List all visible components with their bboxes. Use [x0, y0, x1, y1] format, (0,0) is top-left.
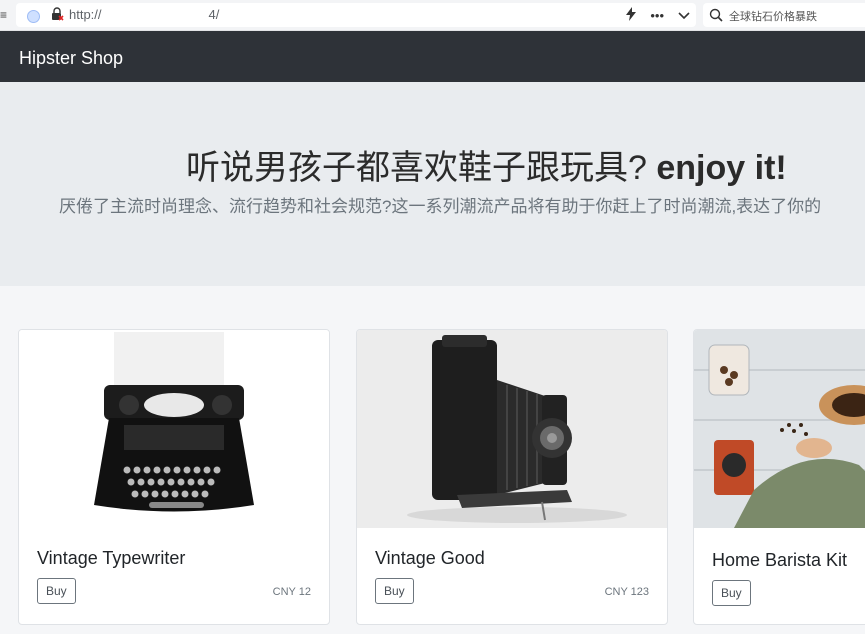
- coffee-image[interactable]: [694, 330, 865, 528]
- search-placeholder: 全球钻石价格暴跌: [729, 11, 817, 23]
- buy-button[interactable]: Buy: [37, 578, 76, 604]
- buy-button[interactable]: Buy: [712, 580, 751, 606]
- site-info-icon[interactable]: [27, 10, 40, 23]
- more-icon[interactable]: •••: [650, 8, 664, 23]
- browser-search-field[interactable]: 全球钻石价格暴跌: [703, 3, 865, 27]
- camera-image[interactable]: [357, 330, 667, 528]
- hero-title-cn: 听说男孩子都喜欢鞋子跟玩具?: [186, 149, 647, 187]
- product-card[interactable]: Home Barista Kit Buy: [693, 329, 865, 625]
- url-redaction: [113, 10, 187, 21]
- search-icon[interactable]: [709, 8, 723, 27]
- hero-title: 听说男孩子都喜欢鞋子跟玩具? enjoy it!: [186, 140, 787, 189]
- product-price: CNY 123: [604, 586, 649, 598]
- product-card[interactable]: Vintage Typewriter Buy CNY 12: [18, 329, 330, 625]
- insecure-lock-icon[interactable]: [50, 6, 64, 27]
- typewriter-image[interactable]: [19, 330, 329, 528]
- product-card[interactable]: Vintage Good Buy CNY 123: [356, 329, 668, 625]
- lightning-icon[interactable]: [626, 6, 637, 24]
- product-name[interactable]: Home Barista Kit: [712, 550, 847, 571]
- product-name[interactable]: Vintage Typewriter: [37, 548, 185, 569]
- shop-navbar: Hipster Shop: [0, 31, 865, 82]
- chevron-down-icon[interactable]: [678, 8, 690, 23]
- hero-title-en: enjoy it!: [656, 149, 787, 187]
- product-name[interactable]: Vintage Good: [375, 548, 485, 569]
- browser-toolbar: ≡ http://4/ ••• 全球钻石价格暴跌: [0, 0, 865, 31]
- hero-banner: 听说男孩子都喜欢鞋子跟玩具? enjoy it! 厌倦了主流时尚理念、流行趋势和…: [0, 82, 865, 286]
- hero-subtitle: 厌倦了主流时尚理念、流行趋势和社会规范?这一系列潮流产品将有助于你赶上了时尚潮流…: [59, 197, 822, 216]
- shop-brand-link[interactable]: Hipster Shop: [19, 48, 123, 69]
- product-price: CNY 12: [272, 586, 311, 598]
- address-bar[interactable]: http://4/ •••: [16, 3, 696, 27]
- buy-button[interactable]: Buy: [375, 578, 414, 604]
- menu-icon[interactable]: ≡: [0, 8, 7, 22]
